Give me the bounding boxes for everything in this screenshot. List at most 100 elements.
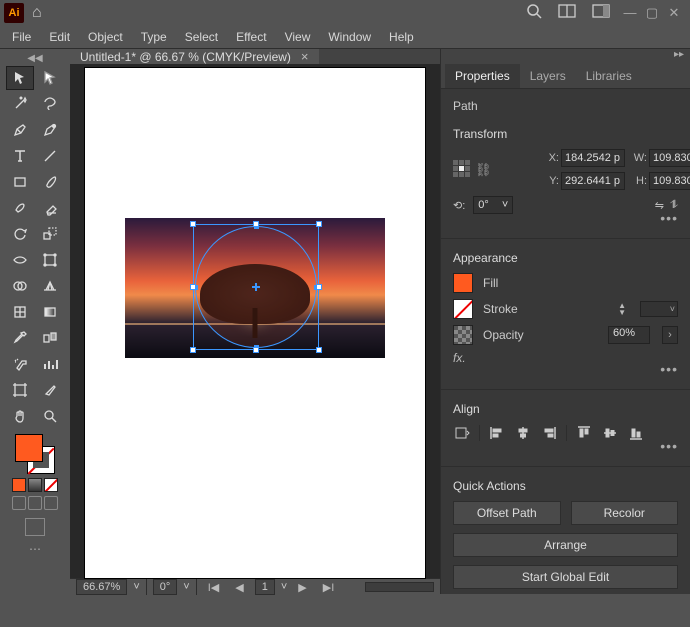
draw-behind-icon[interactable]: [28, 496, 42, 510]
draw-inside-icon[interactable]: [44, 496, 58, 510]
start-global-edit-button[interactable]: Start Global Edit: [453, 565, 678, 589]
color-mode-icon[interactable]: [12, 478, 26, 492]
symbol-sprayer-tool[interactable]: [6, 352, 34, 376]
align-hcenter-icon[interactable]: [514, 424, 532, 442]
offset-path-button[interactable]: Offset Path: [453, 501, 561, 525]
home-icon[interactable]: ⌂: [32, 4, 42, 22]
resize-handle[interactable]: [253, 221, 259, 227]
menu-type[interactable]: Type: [133, 28, 175, 46]
workspace-layout-b-icon[interactable]: [584, 1, 618, 25]
artboard-tool[interactable]: [6, 378, 34, 402]
shaper-tool[interactable]: [6, 196, 34, 220]
magic-wand-tool[interactable]: [6, 92, 34, 116]
tab-properties[interactable]: Properties: [445, 64, 520, 88]
h-input[interactable]: [649, 172, 690, 190]
selection-tool[interactable]: [6, 66, 34, 90]
gradient-tool[interactable]: [36, 300, 64, 324]
next-artboard-icon[interactable]: ▶: [293, 581, 311, 594]
menu-select[interactable]: Select: [177, 28, 226, 46]
align-vcenter-icon[interactable]: [601, 424, 619, 442]
toolbar-collapse-icon[interactable]: ◀◀: [26, 53, 44, 64]
rotate-tool[interactable]: [6, 222, 34, 246]
opacity-dropdown-icon[interactable]: ›: [662, 326, 678, 344]
last-artboard-icon[interactable]: ▶I: [318, 581, 340, 594]
menu-view[interactable]: View: [277, 28, 319, 46]
search-icon[interactable]: [518, 0, 550, 26]
close-button[interactable]: ✕: [666, 5, 682, 21]
free-transform-tool[interactable]: [36, 248, 64, 272]
close-tab-icon[interactable]: ×: [301, 49, 309, 64]
zoom-tool[interactable]: [36, 404, 64, 428]
arrange-button[interactable]: Arrange: [453, 533, 678, 557]
appearance-more-icon[interactable]: •••: [453, 361, 678, 377]
opacity-input[interactable]: 60%: [608, 326, 650, 344]
menu-window[interactable]: Window: [320, 28, 379, 46]
resize-handle[interactable]: [316, 284, 322, 290]
resize-handle[interactable]: [316, 221, 322, 227]
zoom-dropdown-icon[interactable]: ˅: [133, 581, 139, 593]
line-tool[interactable]: [36, 144, 64, 168]
draw-normal-icon[interactable]: [12, 496, 26, 510]
none-mode-icon[interactable]: [44, 478, 58, 492]
artboard-dropdown-icon[interactable]: ˅: [281, 581, 287, 593]
panel-expand-icon[interactable]: ▸▸: [441, 49, 690, 63]
prev-artboard-icon[interactable]: ◀: [230, 581, 248, 594]
recolor-button[interactable]: Recolor: [571, 501, 679, 525]
resize-handle[interactable]: [316, 347, 322, 353]
stroke-weight-input[interactable]: ˅: [640, 301, 678, 317]
eyedropper-tool[interactable]: [6, 326, 34, 350]
screen-mode-icon[interactable]: [25, 518, 45, 536]
center-point-icon[interactable]: [252, 283, 260, 291]
opacity-label[interactable]: Opacity: [483, 328, 524, 342]
lasso-tool[interactable]: [36, 92, 64, 116]
edit-toolbar-icon[interactable]: ⋯: [29, 542, 41, 556]
pen-tool[interactable]: [6, 118, 34, 142]
menu-object[interactable]: Object: [80, 28, 131, 46]
tab-libraries[interactable]: Libraries: [576, 64, 642, 88]
scale-tool[interactable]: [36, 222, 64, 246]
align-bottom-icon[interactable]: [627, 424, 645, 442]
rotate-view-field[interactable]: 0°: [153, 579, 178, 595]
menu-file[interactable]: File: [4, 28, 39, 46]
paintbrush-tool[interactable]: [36, 170, 64, 194]
blend-tool[interactable]: [36, 326, 64, 350]
slice-tool[interactable]: [36, 378, 64, 402]
align-left-icon[interactable]: [488, 424, 506, 442]
minimize-button[interactable]: —: [622, 5, 638, 21]
direct-selection-tool[interactable]: [36, 66, 64, 90]
maximize-button[interactable]: ▢: [644, 5, 660, 21]
tab-layers[interactable]: Layers: [520, 64, 576, 88]
constrain-proportions-icon[interactable]: ⛓: [475, 162, 491, 178]
column-graph-tool[interactable]: [36, 352, 64, 376]
align-top-icon[interactable]: [575, 424, 593, 442]
document-tab[interactable]: Untitled-1* @ 66.67 % (CMYK/Preview) ×: [70, 49, 319, 64]
zoom-level-field[interactable]: 66.67%: [76, 579, 127, 595]
align-to-dropdown[interactable]: [453, 424, 471, 442]
rotate-input[interactable]: 0°˅: [473, 196, 513, 214]
fill-color-swatch[interactable]: [453, 273, 473, 293]
fill-stroke-swatch[interactable]: [15, 434, 55, 474]
menu-edit[interactable]: Edit: [41, 28, 78, 46]
stroke-color-swatch[interactable]: [453, 299, 473, 319]
eraser-tool[interactable]: [36, 196, 64, 220]
gradient-mode-icon[interactable]: [28, 478, 42, 492]
menu-help[interactable]: Help: [381, 28, 422, 46]
type-tool[interactable]: [6, 144, 34, 168]
align-right-icon[interactable]: [540, 424, 558, 442]
resize-handle[interactable]: [190, 221, 196, 227]
width-tool[interactable]: [6, 248, 34, 272]
mesh-tool[interactable]: [6, 300, 34, 324]
resize-handle[interactable]: [190, 347, 196, 353]
opacity-swatch-icon[interactable]: [453, 325, 473, 345]
perspective-grid-tool[interactable]: [36, 274, 64, 298]
fill-swatch[interactable]: [15, 434, 43, 462]
workspace-layout-a-icon[interactable]: [550, 1, 584, 25]
menu-effect[interactable]: Effect: [228, 28, 274, 46]
rotate-dropdown-icon[interactable]: ˅: [183, 581, 189, 593]
first-artboard-icon[interactable]: I◀: [203, 581, 225, 594]
stroke-weight-stepper[interactable]: ▲▼: [618, 302, 626, 316]
reference-point-widget[interactable]: [453, 160, 473, 180]
resize-handle[interactable]: [253, 347, 259, 353]
shape-builder-tool[interactable]: [6, 274, 34, 298]
curvature-tool[interactable]: [36, 118, 64, 142]
